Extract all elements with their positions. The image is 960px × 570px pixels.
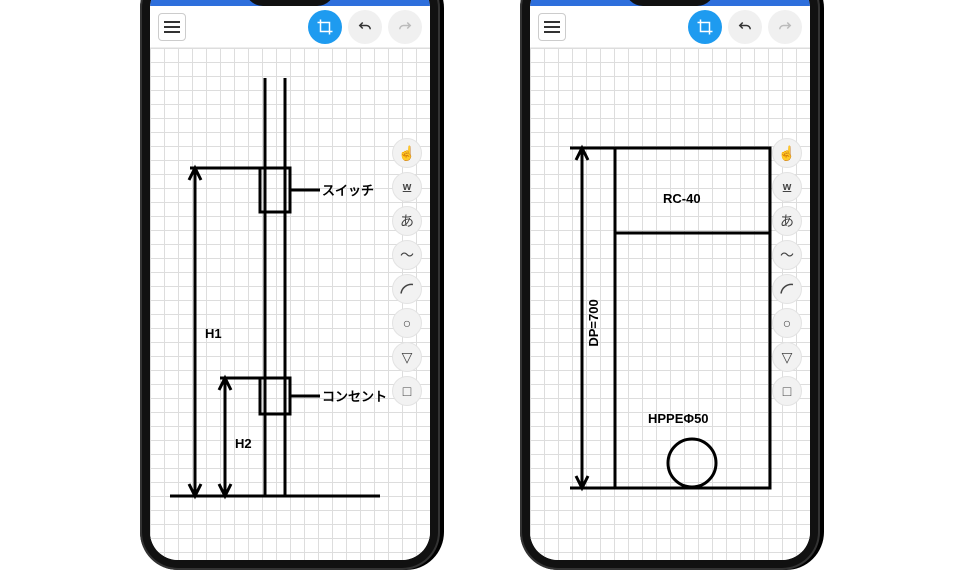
drawing-1: スイッチ コンセント H1 H2	[150, 48, 430, 560]
tool-text[interactable]: あ	[392, 206, 422, 236]
undo-icon	[356, 18, 374, 36]
tool-width[interactable]: w	[392, 172, 422, 202]
menu-button[interactable]	[158, 13, 186, 41]
redo-button[interactable]	[388, 10, 422, 44]
phone-2: 9:56 ▣ ⎙ ⬇ … ⋯ ⊕ 95%	[520, 0, 820, 570]
tool-width[interactable]: w	[772, 172, 802, 202]
tool-arc[interactable]	[772, 274, 802, 304]
tool-arc[interactable]	[392, 274, 422, 304]
side-tools: ☝ w あ 〜 ○ ▽ □	[772, 138, 806, 550]
tool-text[interactable]: あ	[772, 206, 802, 236]
canvas-1[interactable]: スイッチ コンセント H1 H2 ☝	[150, 48, 430, 560]
undo-button[interactable]	[728, 10, 762, 44]
screen-1: 9:56 ▣ ⎙ ⬇ … ⋯ ⊕ 95%	[150, 0, 430, 560]
redo-button[interactable]	[768, 10, 802, 44]
notch	[625, 0, 715, 6]
phone-1: 9:56 ▣ ⎙ ⬇ … ⋯ ⊕ 95%	[140, 0, 440, 570]
label-dp: DP=700	[586, 299, 601, 346]
canvas-2[interactable]: RC-40 DP=700 HPPEΦ50 ☝ w あ 〜	[530, 48, 810, 560]
label-h2: H2	[235, 436, 252, 451]
label-outlet: コンセント	[322, 389, 387, 404]
tool-square[interactable]: □	[392, 376, 422, 406]
crop-button[interactable]	[688, 10, 722, 44]
screen-2: 9:56 ▣ ⎙ ⬇ … ⋯ ⊕ 95%	[530, 0, 810, 560]
toolbar	[150, 6, 430, 48]
redo-icon	[396, 18, 414, 36]
tool-pointer[interactable]: ☝	[772, 138, 802, 168]
tool-wave[interactable]: 〜	[772, 240, 802, 270]
notch	[245, 0, 335, 6]
tool-circle[interactable]: ○	[392, 308, 422, 338]
redo-icon	[776, 18, 794, 36]
label-h1: H1	[205, 326, 222, 341]
label-switch: スイッチ	[322, 183, 374, 198]
crop-icon	[316, 18, 334, 36]
crop-icon	[696, 18, 714, 36]
undo-icon	[736, 18, 754, 36]
menu-button[interactable]	[538, 13, 566, 41]
tool-circle[interactable]: ○	[772, 308, 802, 338]
arc-icon	[778, 280, 796, 298]
crop-button[interactable]	[308, 10, 342, 44]
arc-icon	[398, 280, 416, 298]
tool-triangle[interactable]: ▽	[392, 342, 422, 372]
tool-pointer[interactable]: ☝	[392, 138, 422, 168]
tool-square[interactable]: □	[772, 376, 802, 406]
undo-button[interactable]	[348, 10, 382, 44]
tool-triangle[interactable]: ▽	[772, 342, 802, 372]
side-tools: ☝ w あ 〜 ○ ▽ □	[392, 138, 426, 550]
label-hppe: HPPEΦ50	[648, 411, 709, 426]
toolbar	[530, 6, 810, 48]
drawing-2: RC-40 DP=700 HPPEΦ50	[530, 48, 810, 560]
tool-wave[interactable]: 〜	[392, 240, 422, 270]
label-rc40: RC-40	[663, 191, 701, 206]
